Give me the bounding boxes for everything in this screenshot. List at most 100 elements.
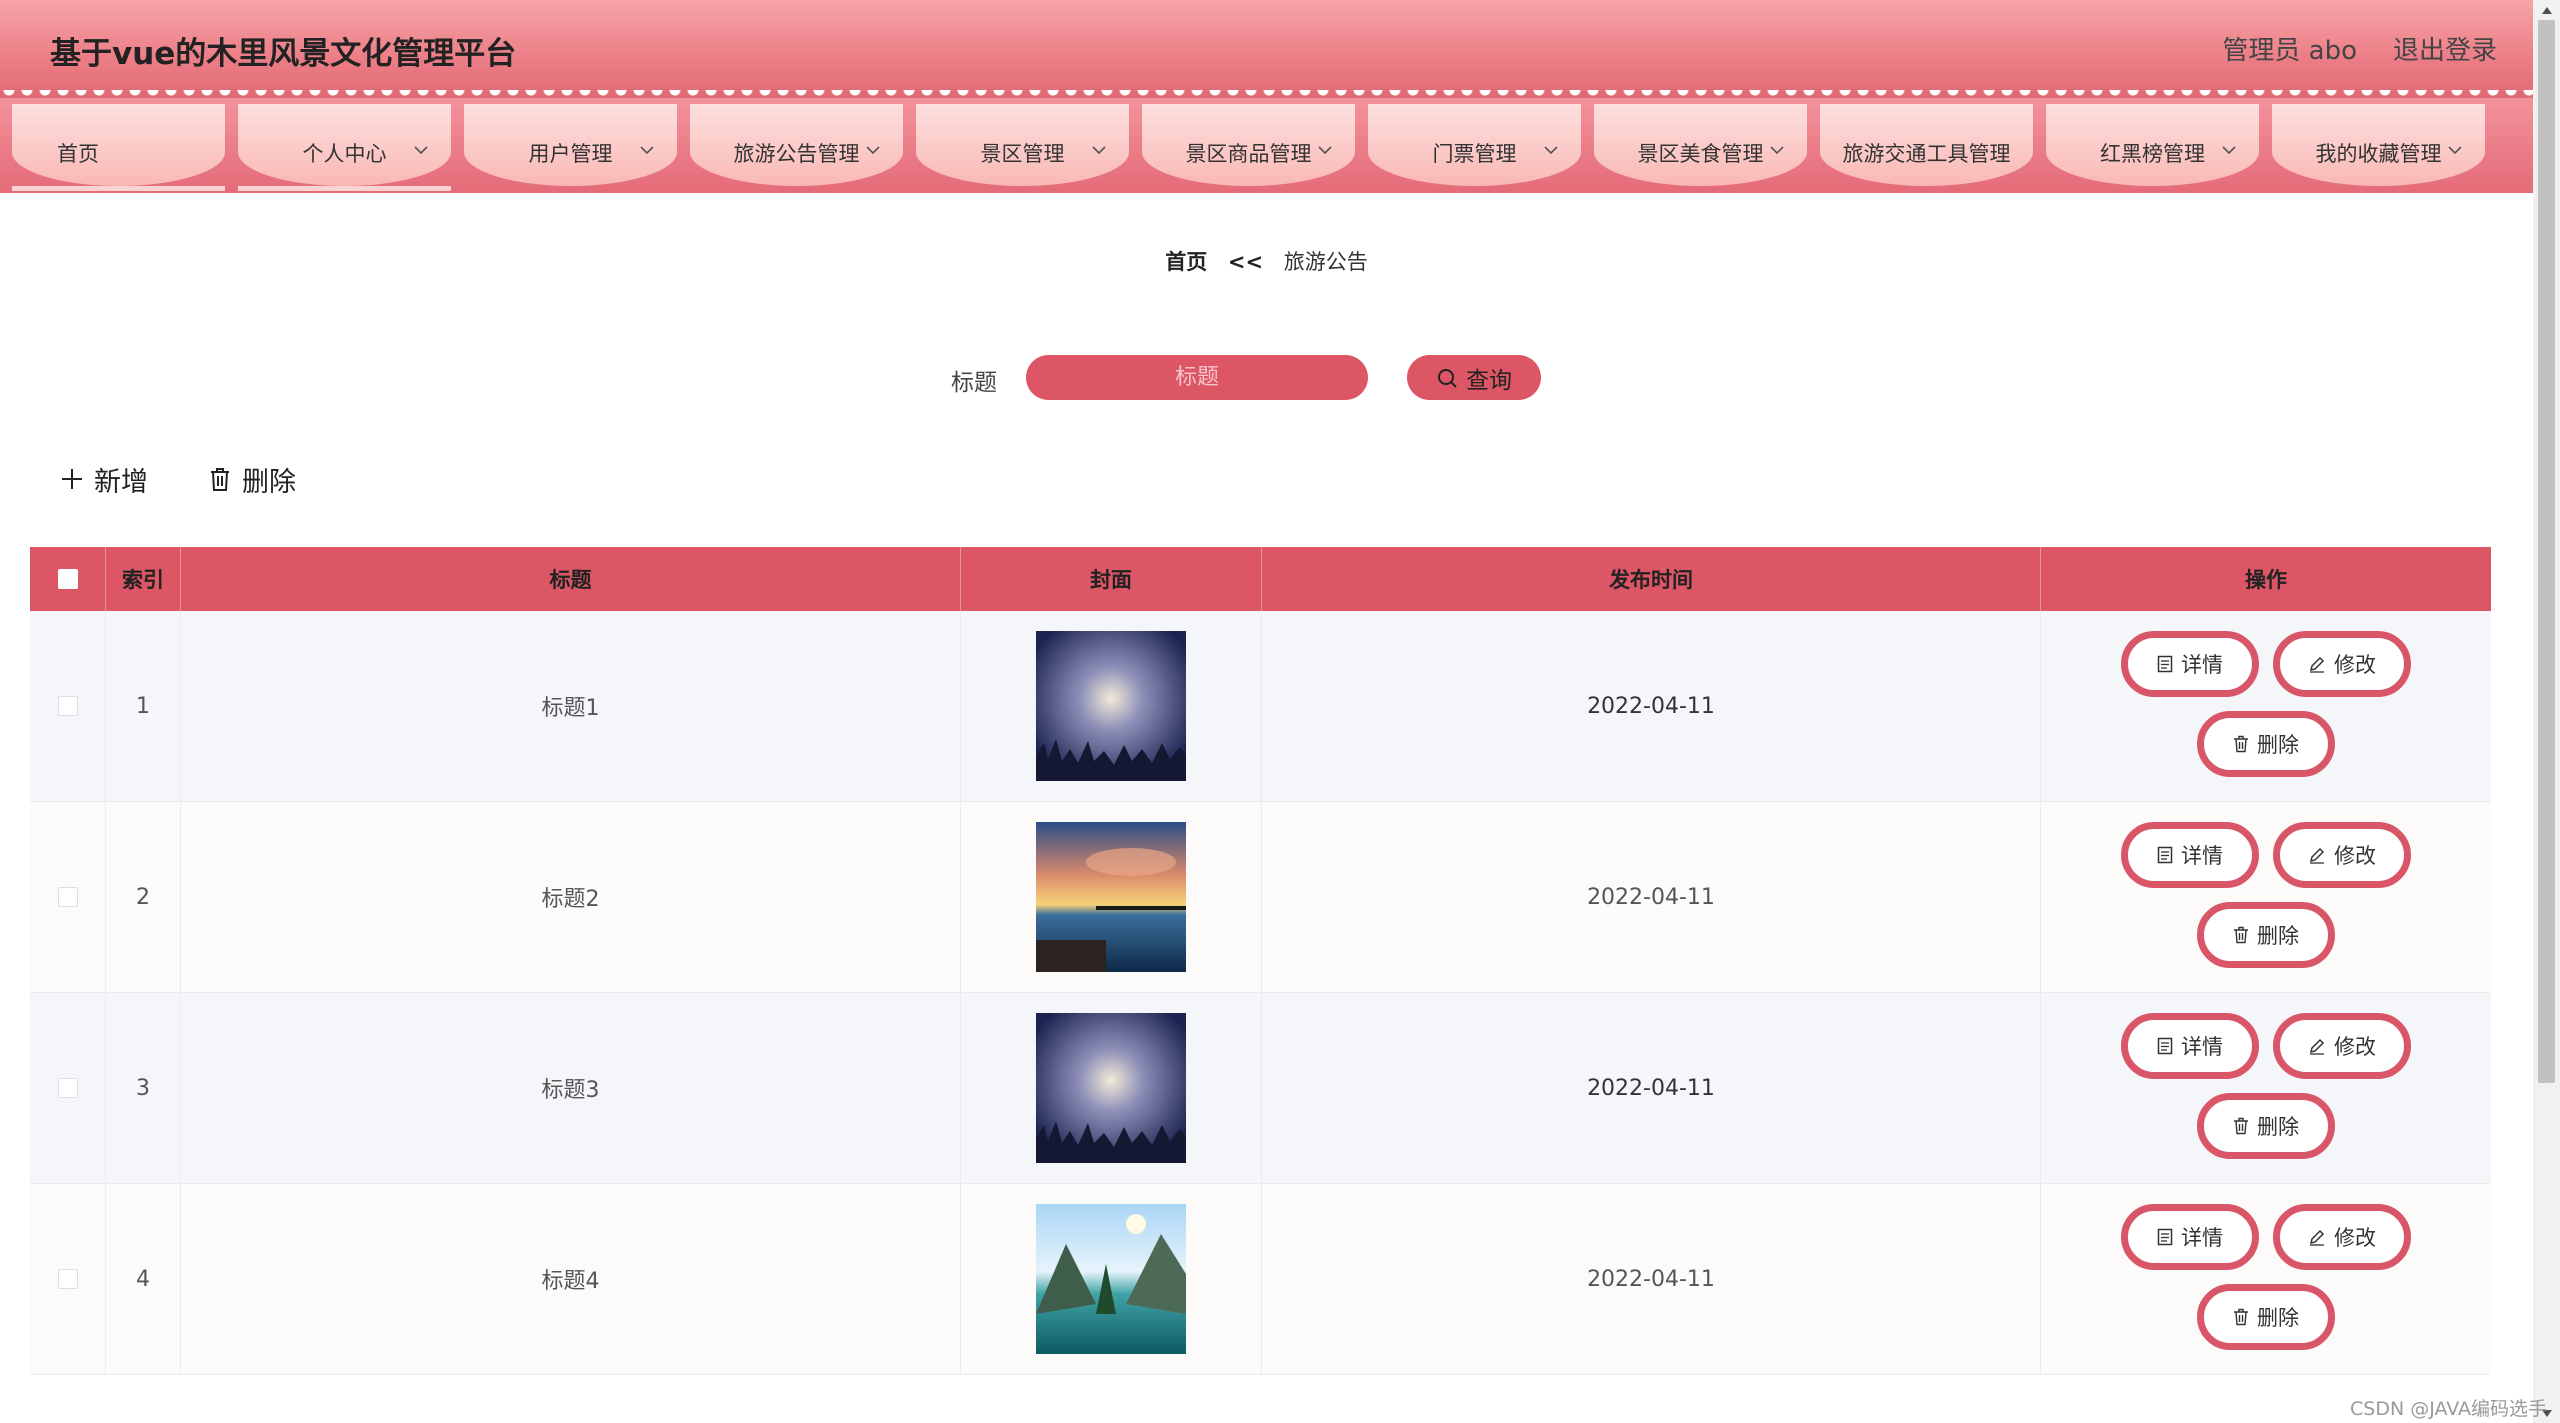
chevron-down-icon	[1092, 146, 1106, 155]
edit-button[interactable]: 修改	[2273, 822, 2411, 888]
delete-button-label: 删除	[2257, 1306, 2299, 1330]
row-actions: 详情 修改删除	[2041, 611, 2491, 801]
row-publish-time: 2022-04-11	[1262, 611, 2041, 801]
nav-item-8[interactable]: 旅游交通工具管理	[1820, 104, 2033, 186]
app-title: 基于vue的木里风景文化管理平台	[50, 36, 517, 72]
app-header: 基于vue的木里风景文化管理平台 管理员 abo 退出登录	[0, 0, 2533, 104]
search-title-label: 标题	[951, 370, 997, 396]
admin-user-label: 管理员 abo	[2222, 36, 2357, 66]
detail-button[interactable]: 详情	[2121, 1013, 2259, 1079]
chevron-down-icon	[640, 146, 654, 155]
nav-item-0[interactable]: 首页	[12, 104, 225, 186]
row-actions: 详情 修改删除	[2041, 1184, 2491, 1374]
nav-item-1[interactable]: 个人中心	[238, 104, 451, 186]
row-index: 3	[106, 993, 181, 1183]
document-icon	[2157, 1037, 2173, 1055]
nav-active-underline	[238, 186, 451, 191]
column-header-time: 发布时间	[1262, 547, 2041, 611]
logout-button[interactable]: 退出登录	[2393, 30, 2497, 67]
header-user-area: 管理员 abo 退出登录	[2222, 30, 2497, 67]
trash-icon	[2234, 735, 2248, 753]
nav-item-3[interactable]: 旅游公告管理	[690, 104, 903, 186]
row-cover-cell	[961, 1184, 1262, 1374]
nav-item-5[interactable]: 景区商品管理	[1142, 104, 1355, 186]
detail-button-label: 详情	[2181, 1035, 2223, 1059]
add-button-label: 新增	[94, 466, 148, 498]
delete-button-label: 删除	[2257, 924, 2299, 948]
select-all-cell	[30, 547, 106, 611]
delete-button[interactable]: 删除	[2197, 902, 2335, 968]
vertical-scrollbar[interactable]	[2533, 0, 2560, 1423]
row-select-cell	[30, 1184, 106, 1374]
scrollbar-thumb[interactable]	[2538, 20, 2555, 1083]
row-title: 标题3	[181, 993, 961, 1183]
column-header-actions: 操作	[2245, 568, 2287, 592]
nav-item-10[interactable]: 我的收藏管理	[2272, 104, 2485, 186]
row-cover-cell	[961, 611, 1262, 801]
breadcrumb-home[interactable]: 首页	[1165, 250, 1207, 274]
pencil-icon	[2309, 1038, 2325, 1055]
delete-button[interactable]: 删除	[2197, 711, 2335, 777]
table-row: 3 标题3 2022-04-11 详情 修改删除	[30, 993, 2491, 1184]
row-cover-cell	[961, 993, 1262, 1183]
chevron-down-icon	[2448, 146, 2462, 155]
row-cover-cell	[961, 802, 1262, 992]
edit-button[interactable]: 修改	[2273, 631, 2411, 697]
column-header-title: 标题	[181, 547, 961, 611]
table-row: 1 标题1 2022-04-11 详情 修改 删除	[30, 611, 2491, 802]
nav-item-4[interactable]: 景区管理	[916, 104, 1129, 186]
chevron-down-icon	[1770, 146, 1784, 155]
row-checkbox[interactable]	[57, 887, 78, 907]
delete-button[interactable]: 删除	[2197, 1284, 2335, 1350]
table-body: 1 标题1 2022-04-11 详情 修改 删除 2 标题2 2022-04-11 详情 修改 删除…	[30, 611, 2491, 1375]
chevron-down-icon	[1544, 146, 1558, 155]
scroll-up-arrow-icon[interactable]	[2533, 0, 2560, 20]
nav-item-6[interactable]: 门票管理	[1368, 104, 1581, 186]
row-checkbox[interactable]	[57, 1078, 78, 1098]
select-all-checkbox[interactable]	[57, 569, 78, 589]
row-checkbox[interactable]	[57, 1269, 78, 1289]
breadcrumb: 首页 << 旅游公告	[0, 246, 2533, 276]
watermark: CSDN @JAVA编码选手	[2350, 1398, 2548, 1420]
delete-button[interactable]: 删除	[2197, 1093, 2335, 1159]
search-button[interactable]: 查询	[1407, 355, 1541, 400]
detail-button[interactable]: 详情	[2121, 822, 2259, 888]
trash-icon	[2234, 926, 2248, 944]
nav-item-label: 首页	[57, 142, 99, 166]
row-publish-time: 2022-04-11	[1262, 1184, 2041, 1374]
edit-button[interactable]: 修改	[2273, 1204, 2411, 1270]
row-index: 2	[106, 802, 181, 992]
edit-button[interactable]: 修改	[2273, 1013, 2411, 1079]
search-icon	[1438, 368, 1457, 388]
notice-table: 索引 标题 封面 发布时间 操作 1 标题1 2022-04-11 详情 修改 删除 2 标题…	[30, 547, 2491, 1375]
delete-button-label: 删除	[2257, 733, 2299, 757]
detail-button[interactable]: 详情	[2121, 1204, 2259, 1270]
detail-button[interactable]: 详情	[2121, 631, 2259, 697]
nav-item-2[interactable]: 用户管理	[464, 104, 677, 186]
chevron-down-icon	[866, 146, 880, 155]
nav-item-9[interactable]: 红黑榜管理	[2046, 104, 2259, 186]
row-index: 1	[106, 611, 181, 801]
search-title-input[interactable]	[1026, 355, 1368, 400]
nav-item-7[interactable]: 景区美食管理	[1594, 104, 1807, 186]
edit-button-label: 修改	[2334, 1035, 2376, 1059]
row-publish-time: 2022-04-11	[1262, 802, 2041, 992]
row-select-cell	[30, 802, 106, 992]
search-button-label: 查询	[1466, 367, 1512, 394]
pencil-icon	[2309, 1229, 2325, 1246]
row-title: 标题2	[181, 802, 961, 992]
row-title: 标题4	[181, 1184, 961, 1374]
detail-button-label: 详情	[2181, 653, 2223, 677]
delete-button-label: 删除	[2257, 1115, 2299, 1139]
row-index: 4	[106, 1184, 181, 1374]
row-publish-time: 2022-04-11	[1262, 993, 2041, 1183]
document-icon	[2157, 846, 2173, 864]
nav-active-underline	[12, 186, 225, 191]
add-button[interactable]: 新增	[60, 462, 148, 498]
table-header: 索引 标题 封面 发布时间 操作	[30, 547, 2491, 611]
batch-delete-button[interactable]: 删除	[208, 462, 296, 498]
batch-delete-label: 删除	[242, 466, 296, 498]
row-select-cell	[30, 611, 106, 801]
row-checkbox[interactable]	[57, 696, 78, 716]
row-actions: 详情 修改删除	[2041, 993, 2491, 1183]
